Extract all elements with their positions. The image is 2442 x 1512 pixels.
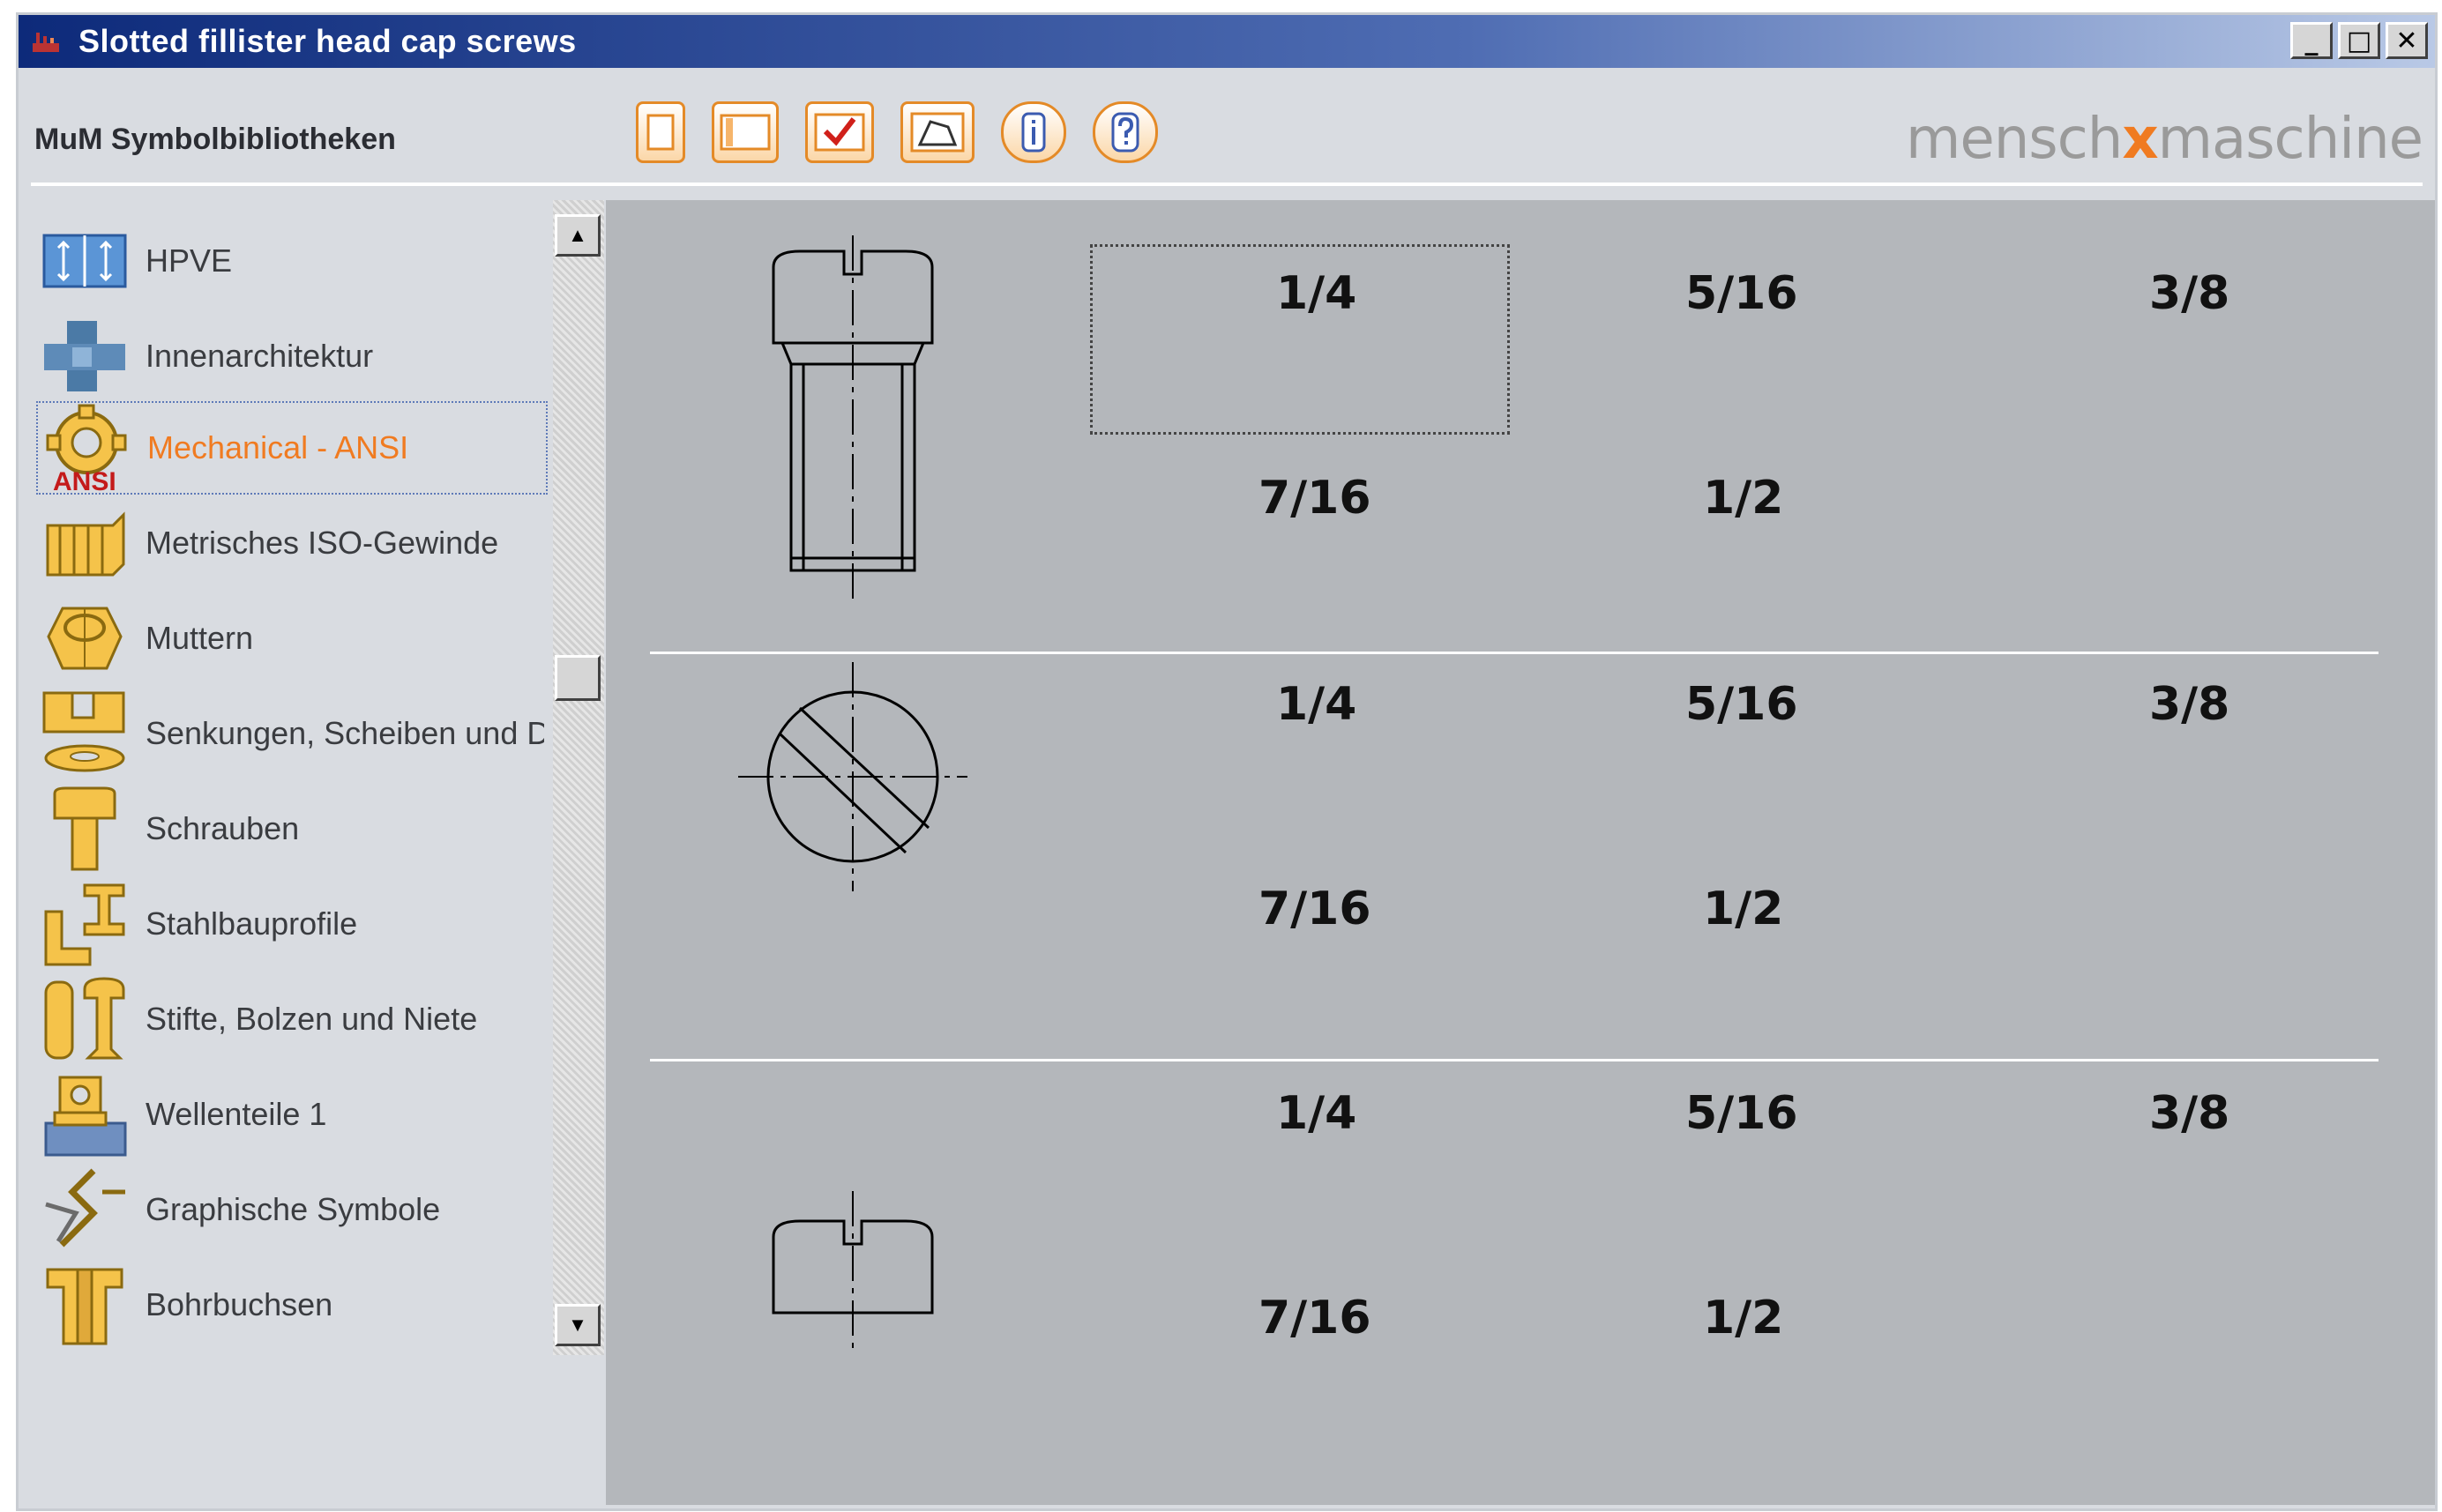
size-option[interactable]: 5/16	[1685, 678, 1798, 731]
nut-icon	[36, 592, 133, 684]
sidebar-item-hpve[interactable]: HPVE	[36, 214, 548, 308]
insert-button[interactable]	[900, 101, 975, 163]
symbol-row-top-view: 1/4 5/16 3/8 7/16 1/2	[606, 609, 2435, 1018]
size-option[interactable]: 1/2	[1703, 883, 1783, 935]
check-button[interactable]	[805, 101, 874, 163]
sidebar-item-graphische-symbole[interactable]: Graphische Symbole	[36, 1163, 548, 1256]
size-option[interactable]: 1/2	[1703, 472, 1783, 525]
screw-side-view-drawing[interactable]	[738, 235, 967, 606]
sidebar-item-metrisches-iso-gewinde[interactable]: Metrisches ISO-Gewinde	[36, 496, 548, 590]
open-button[interactable]	[712, 101, 779, 163]
sidebar-item-stifte[interactable]: Stifte, Bolzen und Niete	[36, 972, 548, 1066]
ansi-badge: ANSI	[53, 467, 116, 494]
screw-head-view-drawing[interactable]	[738, 1191, 967, 1350]
app-window: Slotted fillister head cap screws _ □ ✕ …	[16, 12, 2438, 1511]
gear-ansi-icon: ANSI	[38, 402, 135, 494]
window-title: Slotted fillister head cap screws	[78, 23, 577, 59]
size-option[interactable]: 7/16	[1258, 1292, 1371, 1344]
size-option[interactable]: 1/4	[1276, 1087, 1356, 1140]
size-option[interactable]: 7/16	[1258, 883, 1371, 935]
help-icon	[1111, 112, 1139, 153]
sidebar-item-senkungen[interactable]: Senkungen, Scheiben und Du	[36, 687, 548, 780]
sidebar-item-wellenteile[interactable]: Wellenteile 1	[36, 1068, 548, 1161]
library-sidebar: HPVE Innenarchitektur ANSI Mechanical - …	[33, 200, 558, 1503]
symbol-row-head-view: 1/4 5/16 3/8 7/16 1/2	[606, 1018, 2435, 1427]
hpve-icon	[36, 215, 133, 307]
symbol-panel: 1/4 5/16 3/8 7/16 1/2 1/4 5/16 3/8 7/16 …	[606, 200, 2435, 1505]
size-option[interactable]: 1/2	[1703, 1292, 1783, 1344]
sidebar-item-label: Muttern	[146, 620, 254, 656]
pin-icon	[36, 973, 133, 1065]
sidebar-item-label: Stifte, Bolzen und Niete	[146, 1001, 478, 1037]
arrow-down-icon: ▼	[568, 1314, 587, 1336]
screw-top-view-drawing[interactable]	[738, 662, 967, 891]
library-title: MuM Symbolbibliotheken	[34, 123, 396, 156]
size-option[interactable]: 1/4	[1276, 267, 1356, 320]
maximize-button[interactable]: □	[2338, 22, 2380, 59]
size-option[interactable]: 5/16	[1685, 267, 1798, 320]
size-option[interactable]: 3/8	[2149, 1087, 2229, 1140]
header-bar: MuM Symbolbibliotheken menschxmaschine	[19, 68, 2435, 191]
bushing-icon	[36, 1259, 133, 1351]
close-icon: ✕	[2395, 25, 2418, 56]
brand-logo: menschxmaschine	[1906, 107, 2423, 172]
washer-icon	[36, 688, 133, 779]
scroll-up-button[interactable]: ▲	[555, 214, 601, 257]
size-option[interactable]: 5/16	[1685, 1087, 1798, 1140]
sidebar-item-label: Graphische Symbole	[146, 1191, 441, 1227]
screw-icon	[36, 783, 133, 875]
symbol-row-side-view: 1/4 5/16 3/8 7/16 1/2	[606, 200, 2435, 609]
toolbar	[636, 101, 1158, 163]
sidebar-item-muttern[interactable]: Muttern	[36, 592, 548, 685]
arrow-up-icon: ▲	[568, 224, 587, 246]
minimize-icon: _	[2304, 25, 2319, 56]
size-option[interactable]: 7/16	[1258, 472, 1371, 525]
info-button[interactable]	[1001, 101, 1066, 163]
sidebar-item-label: Schrauben	[146, 810, 300, 846]
blank-page-icon	[646, 114, 675, 151]
brand-right: maschine	[2157, 107, 2423, 172]
sidebar-item-label: Mechanical - ANSI	[147, 429, 409, 466]
info-icon	[1021, 112, 1046, 153]
size-option[interactable]: 1/4	[1276, 678, 1356, 731]
sidebar-item-label: HPVE	[146, 242, 233, 279]
sidebar-item-label: Stahlbauprofile	[146, 905, 358, 942]
sidebar-item-schrauben[interactable]: Schrauben	[36, 782, 548, 875]
sidebar-item-mechanical-ansi[interactable]: ANSI Mechanical - ANSI	[36, 401, 548, 495]
sidebar-item-label: Senkungen, Scheiben und Du	[146, 715, 544, 751]
size-option[interactable]: 3/8	[2149, 678, 2229, 731]
sidebar-item-stahlbauprofile[interactable]: Stahlbauprofile	[36, 877, 548, 971]
scroll-down-button[interactable]: ▼	[555, 1304, 601, 1346]
window-controls: _ □ ✕	[2290, 22, 2428, 59]
brand-mark: x	[2122, 107, 2158, 172]
title-bar[interactable]: Slotted fillister head cap screws _ □ ✕	[19, 15, 2435, 68]
graphic-symbol-icon	[36, 1164, 133, 1255]
shape-icon	[910, 112, 965, 153]
help-button[interactable]	[1093, 101, 1158, 163]
thread-icon	[36, 497, 133, 589]
shaft-icon	[36, 1069, 133, 1160]
close-button[interactable]: ✕	[2386, 22, 2428, 59]
sidebar-item-bohrbuchsen[interactable]: Bohrbuchsen	[36, 1258, 548, 1352]
sidebar-item-label: Metrisches ISO-Gewinde	[146, 525, 499, 561]
steel-profile-icon	[36, 878, 133, 970]
minimize-button[interactable]: _	[2290, 22, 2333, 59]
checkmark-icon	[814, 113, 865, 152]
panel-icon	[720, 114, 771, 151]
brand-left: mensch	[1905, 107, 2123, 172]
app-icon	[33, 33, 59, 52]
interior-icon	[36, 310, 133, 402]
sidebar-item-label: Bohrbuchsen	[146, 1286, 333, 1322]
scroll-thumb[interactable]	[555, 655, 601, 701]
sidebar-item-innenarchitektur[interactable]: Innenarchitektur	[36, 309, 548, 403]
sidebar-item-label: Wellenteile 1	[146, 1096, 327, 1132]
sidebar-item-label: Innenarchitektur	[146, 338, 374, 374]
size-option[interactable]: 3/8	[2149, 267, 2229, 320]
sidebar-scrollbar[interactable]: ▲ ▼	[553, 200, 604, 1355]
maximize-icon: □	[2346, 25, 2372, 56]
new-button[interactable]	[636, 101, 685, 163]
header-divider	[31, 182, 2423, 186]
